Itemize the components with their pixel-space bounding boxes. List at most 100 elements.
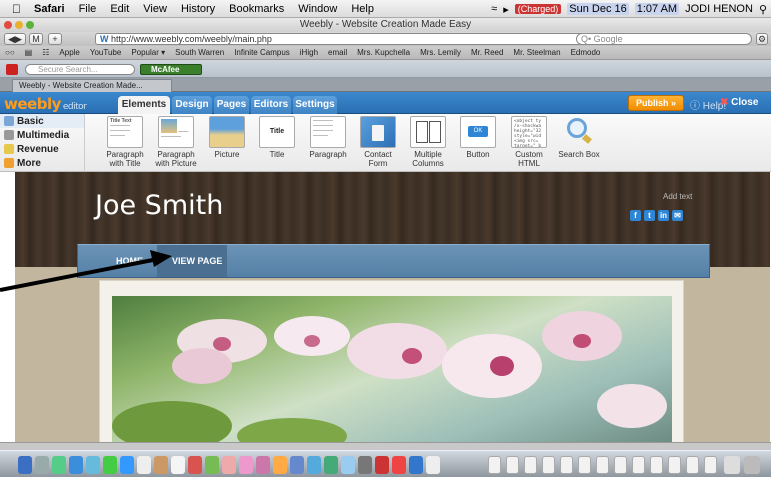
dashboard-icon[interactable] — [35, 456, 49, 474]
reading-list-icon[interactable]: ○○ — [0, 48, 20, 57]
minimize-window-icon[interactable] — [15, 21, 23, 29]
bookmark-ihigh[interactable]: iHigh — [295, 48, 323, 57]
menubar-time[interactable]: 1:07 AM — [634, 3, 680, 15]
close-editor-link[interactable]: ✖ Close — [720, 97, 758, 108]
menu-view[interactable]: View — [136, 3, 174, 15]
apple-menu-icon[interactable]:  — [0, 2, 27, 16]
menu-help[interactable]: Help — [344, 3, 381, 15]
category-revenue[interactable]: Revenue — [0, 142, 84, 156]
finder-icon[interactable] — [18, 456, 32, 474]
document-icon[interactable] — [524, 456, 537, 474]
app-icon[interactable] — [52, 456, 66, 474]
element-multiple-columns[interactable]: Multiple Columns — [402, 116, 454, 168]
add-text-placeholder[interactable]: Add text — [663, 192, 692, 201]
bookmark-reed[interactable]: Mr. Reed — [466, 48, 508, 57]
pages-icon[interactable] — [273, 456, 287, 474]
facebook-icon[interactable]: f — [630, 210, 641, 221]
preview-icon[interactable] — [341, 456, 355, 474]
calendar-icon[interactable] — [171, 456, 185, 474]
tab-design[interactable]: Design — [172, 96, 212, 114]
element-contact-form[interactable]: Contact Form — [352, 116, 404, 168]
document-icon[interactable] — [596, 456, 609, 474]
element-search-box[interactable]: Search Box — [553, 116, 605, 159]
site-title[interactable]: Joe Smith — [95, 190, 223, 221]
tab-editors[interactable]: Editors — [251, 96, 291, 114]
chrome-icon[interactable] — [375, 456, 389, 474]
element-paragraph-with-title[interactable]: Title Text ———— ———— ——— Paragraph with Titl… — [99, 116, 151, 168]
bookmark-popular[interactable]: Popular ▾ — [126, 48, 170, 57]
google-search-field[interactable]: Q• Google — [576, 33, 752, 45]
bookmark-lemily[interactable]: Mrs. Lemily — [415, 48, 466, 57]
wifi-icon[interactable]: ≈ — [491, 3, 497, 15]
document-icon[interactable] — [560, 456, 573, 474]
document-icon[interactable] — [686, 456, 699, 474]
bookmark-email[interactable]: email — [323, 48, 352, 57]
document-icon[interactable] — [488, 456, 501, 474]
facetime-icon[interactable] — [103, 456, 117, 474]
mcafee-shield-icon[interactable] — [6, 64, 18, 75]
spotlight-icon[interactable]: ⚲ — [759, 3, 767, 16]
element-paragraph[interactable]: ———— ———— ———— ——— Paragraph — [302, 116, 354, 159]
category-more[interactable]: More — [0, 156, 84, 170]
tab-settings[interactable]: Settings — [293, 96, 337, 114]
bookmark-steelman[interactable]: Mr. Steelman — [508, 48, 565, 57]
bookmark-youtube[interactable]: YouTube — [85, 48, 126, 57]
app-store-icon[interactable] — [324, 456, 338, 474]
trash-icon[interactable] — [744, 456, 760, 474]
close-window-icon[interactable] — [4, 21, 12, 29]
mcafee-button[interactable]: McAfee — [140, 64, 202, 75]
settings-gear-icon[interactable]: ⚙ — [756, 33, 768, 45]
clock-icon[interactable] — [137, 456, 151, 474]
app-icon-3[interactable] — [409, 456, 423, 474]
iphoto-icon[interactable] — [205, 456, 219, 474]
secure-search-input[interactable]: Secure Search... — [25, 64, 135, 75]
bookmark-south-warren[interactable]: South Warren — [170, 48, 229, 57]
volume-icon[interactable]: ▸ — [503, 3, 509, 16]
bookmark-edmodo[interactable]: Edmodo — [566, 48, 606, 57]
safari-icon[interactable] — [69, 456, 83, 474]
zoom-window-icon[interactable] — [26, 21, 34, 29]
document-icon[interactable] — [704, 456, 717, 474]
messages-icon[interactable] — [120, 456, 134, 474]
document-icon[interactable] — [650, 456, 663, 474]
bookmark-apple[interactable]: Apple — [54, 48, 84, 57]
document-icon[interactable] — [668, 456, 681, 474]
keynote-icon[interactable] — [290, 456, 304, 474]
itunes-icon[interactable] — [239, 456, 253, 474]
menu-bookmarks[interactable]: Bookmarks — [222, 3, 291, 15]
document-icon[interactable] — [506, 456, 519, 474]
twitter-icon[interactable]: t — [644, 210, 655, 221]
element-button[interactable]: OK Button — [452, 116, 504, 159]
top-sites-icon[interactable]: ☷ — [37, 48, 54, 57]
bookmark-infinite-campus[interactable]: Infinite Campus — [229, 48, 295, 57]
category-basic[interactable]: Basic — [0, 114, 84, 128]
element-custom-html[interactable]: <object ty /x-shockwa height="32 style="… — [503, 116, 555, 168]
downloads-icon[interactable] — [724, 456, 740, 474]
app-icon-2[interactable] — [392, 456, 406, 474]
system-preferences-icon[interactable] — [358, 456, 372, 474]
element-picture[interactable]: Picture — [201, 116, 253, 159]
numbers-icon[interactable] — [307, 456, 321, 474]
document-icon[interactable] — [542, 456, 555, 474]
category-multimedia[interactable]: Multimedia — [0, 128, 84, 142]
add-bookmark-button[interactable]: + — [48, 33, 62, 45]
menu-edit[interactable]: Edit — [103, 3, 136, 15]
document-icon[interactable] — [614, 456, 627, 474]
header-image[interactable] — [112, 296, 672, 442]
email-icon[interactable]: ✉ — [672, 210, 683, 221]
menu-window[interactable]: Window — [291, 3, 344, 15]
mail-icon[interactable] — [86, 456, 100, 474]
address-bar[interactable]: W http://www.weebly.com/weebly/main.php — [95, 33, 615, 45]
app-menu[interactable]: Safari — [27, 3, 72, 15]
menu-file[interactable]: File — [72, 3, 104, 15]
element-paragraph-with-picture[interactable]: —— ———— Paragraph with Picture — [150, 116, 202, 168]
battery-status[interactable]: (Charged) — [514, 4, 562, 14]
bookmarks-book-icon[interactable]: ▤ — [20, 48, 38, 57]
garageband-icon[interactable] — [222, 456, 236, 474]
tab-elements[interactable]: Elements — [118, 96, 170, 114]
element-title[interactable]: Title Text Title — [251, 116, 303, 159]
browser-tab[interactable]: Weebly - Website Creation Made... — [12, 79, 172, 92]
menubar-user[interactable]: JODI HENON — [685, 3, 753, 15]
menu-history[interactable]: History — [174, 3, 222, 15]
document-icon[interactable] — [632, 456, 645, 474]
